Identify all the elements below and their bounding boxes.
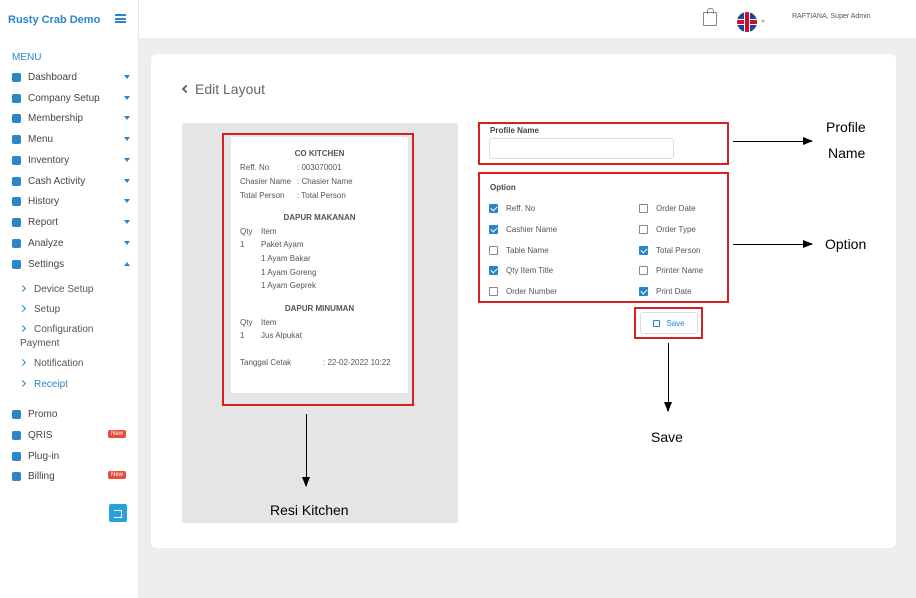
annotation-box-save <box>634 307 703 339</box>
cutlery-icon <box>12 134 21 144</box>
sidebar-subitem-device-setup[interactable]: Device Setup <box>18 284 93 295</box>
sidebar-item-plug-in[interactable]: Plug-in <box>12 448 132 464</box>
chevron-right-icon <box>18 324 27 333</box>
annotation-arrow-down <box>302 414 310 487</box>
sidebar-subitem-payment-label[interactable]: Payment <box>20 338 59 349</box>
chevron-right-icon <box>18 379 27 388</box>
chevron-down-icon <box>124 75 130 79</box>
sidebar-item-qris[interactable]: QRIS New <box>12 427 132 443</box>
annotation-profile-line2: Name <box>828 145 866 161</box>
hamburger-icon[interactable] <box>115 14 126 23</box>
annotation-profile-line1: Profile <box>826 119 866 135</box>
sidebar-item-history[interactable]: History <box>12 193 132 209</box>
sidebar-item-company-setup[interactable]: Company Setup <box>12 90 132 106</box>
sidebar-subitem-configuration-payment[interactable]: Configuration <box>18 324 93 335</box>
sidebar-item-menu[interactable]: Menu <box>12 131 132 147</box>
sidebar-subitem-receipt[interactable]: Receipt <box>18 379 68 390</box>
chevron-down-icon <box>124 137 130 141</box>
annotation-arrow-right <box>733 240 813 248</box>
menu-title: MENU <box>12 52 42 63</box>
sidebar-item-report[interactable]: Report <box>12 214 132 230</box>
chevron-down-icon <box>124 220 130 224</box>
annotation-save: Save <box>651 429 683 445</box>
page-title: Edit Layout <box>181 81 265 97</box>
new-badge: New <box>107 471 126 479</box>
chevron-down-icon <box>124 96 130 100</box>
annotation-box-receipt <box>222 133 414 406</box>
qr-icon <box>12 430 21 440</box>
chevron-down-icon <box>124 158 130 162</box>
sidebar-item-dashboard[interactable]: Dashboard <box>12 69 132 85</box>
chevron-down-icon[interactable] <box>761 20 765 23</box>
history-icon <box>12 196 21 206</box>
chevron-right-icon <box>18 284 27 293</box>
inventory-icon <box>12 155 21 165</box>
dollar-icon <box>12 176 21 186</box>
dashboard-icon <box>12 72 21 82</box>
sidebar: Rusty Crab Demo MENU Dashboard Company S… <box>0 0 139 598</box>
sidebar-subitem-notification[interactable]: Notification <box>18 358 83 369</box>
chevron-down-icon <box>124 241 130 245</box>
sidebar-item-billing[interactable]: Billing New <box>12 468 132 484</box>
pie-chart-icon <box>12 238 21 248</box>
sidebar-subitem-setup[interactable]: Setup <box>18 304 60 315</box>
annotation-arrow-right <box>733 137 813 145</box>
percent-icon <box>12 409 21 419</box>
user-menu[interactable]: RAFTIANA, Super Admin <box>792 13 871 20</box>
sidebar-item-settings[interactable]: Settings <box>12 256 132 272</box>
sidebar-item-cash-activity[interactable]: Cash Activity <box>12 173 132 189</box>
sidebar-item-membership[interactable]: Membership <box>12 110 132 126</box>
chevron-right-icon <box>18 358 27 367</box>
annotation-option: Option <box>825 236 867 252</box>
gear-icon <box>12 259 21 269</box>
chevron-down-icon <box>124 179 130 183</box>
building-icon <box>12 93 21 103</box>
report-icon <box>12 217 21 227</box>
brand-name[interactable]: Rusty Crab Demo <box>8 14 100 26</box>
chevron-right-icon <box>18 304 27 313</box>
shopping-bag-icon[interactable] <box>703 8 717 26</box>
sidebar-item-promo[interactable]: Promo <box>12 406 132 422</box>
annotation-box-profile <box>478 122 729 165</box>
annotation-box-option <box>478 172 729 303</box>
new-badge: New <box>107 430 126 438</box>
annotation-resi-kitchen: Resi Kitchen <box>270 502 349 518</box>
sidebar-item-inventory[interactable]: Inventory <box>12 152 132 168</box>
logout-button[interactable] <box>109 504 127 522</box>
chevron-down-icon <box>124 199 130 203</box>
chevron-up-icon <box>124 262 130 266</box>
billing-icon <box>12 471 21 481</box>
chevron-down-icon <box>124 116 130 120</box>
uk-flag-icon[interactable] <box>737 12 757 32</box>
topbar: RAFTIANA, Super Admin <box>139 0 916 38</box>
plugin-icon <box>12 451 21 461</box>
users-icon <box>12 113 21 123</box>
back-chevron-icon[interactable] <box>181 84 191 94</box>
annotation-arrow-down <box>664 343 672 412</box>
sidebar-item-analyze[interactable]: Analyze <box>12 235 132 251</box>
